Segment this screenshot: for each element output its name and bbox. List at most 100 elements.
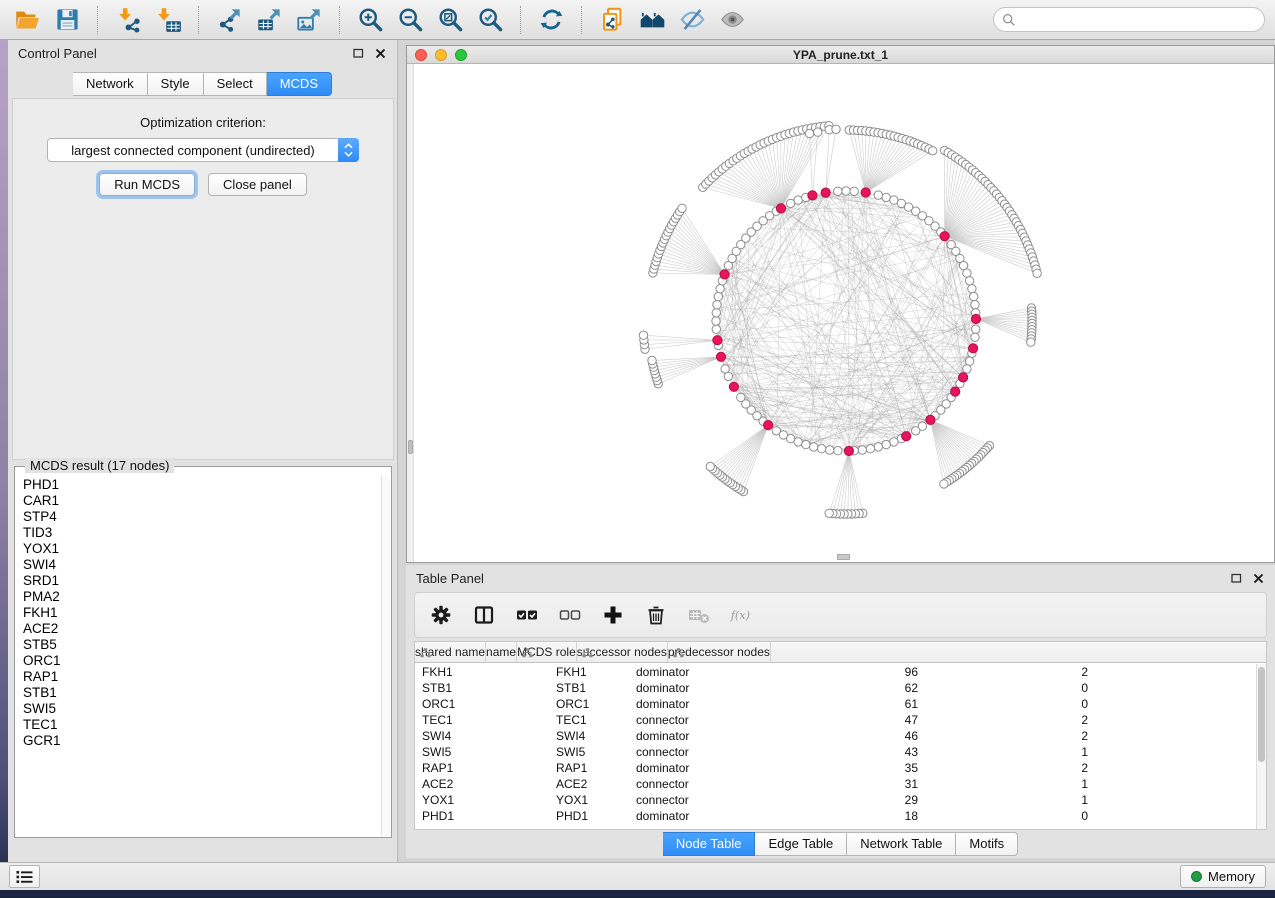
refresh-view-icon[interactable] — [534, 4, 568, 36]
control-panel-tab[interactable]: MCDS — [267, 72, 332, 96]
network-node[interactable] — [810, 443, 818, 451]
table-panel-tab[interactable]: Motifs — [956, 832, 1018, 856]
table-row[interactable]: YOX1 YOX1 connector 29 1 — [415, 792, 1256, 808]
network-node[interactable] — [882, 193, 890, 201]
network-leaf-node[interactable] — [1033, 269, 1041, 277]
close-panel-icon[interactable] — [373, 46, 387, 60]
hide-selected-icon[interactable] — [675, 4, 709, 36]
network-node[interactable] — [970, 292, 978, 300]
table-row[interactable]: SWI4 SWI4 dominator 46 2 — [415, 728, 1256, 744]
table-vertical-scrollbar[interactable] — [1256, 664, 1266, 829]
table-row[interactable]: PHD1 PHD1 dominator 18 0 — [415, 808, 1256, 824]
network-node[interactable] — [890, 438, 898, 446]
mcds-dominator-node[interactable] — [902, 432, 911, 441]
mcds-result-node[interactable]: TID3 — [23, 525, 381, 541]
table-panel-tab[interactable]: Node Table — [663, 832, 756, 856]
network-node[interactable] — [971, 333, 979, 341]
network-node[interactable] — [866, 445, 874, 453]
table-panel-tab[interactable]: Edge Table — [755, 832, 847, 856]
mcds-list-scrollbar[interactable] — [381, 475, 390, 836]
network-node[interactable] — [802, 440, 810, 448]
mcds-result-node[interactable]: TEC1 — [23, 717, 381, 733]
network-node[interactable] — [850, 187, 858, 195]
network-node[interactable] — [716, 285, 724, 293]
network-leaf-node[interactable] — [929, 147, 937, 155]
network-leaf-node[interactable] — [648, 356, 656, 364]
criterion-select[interactable]: largest connected component (undirected) — [47, 138, 359, 162]
mcds-result-node[interactable]: RAP1 — [23, 669, 381, 685]
show-columns-icon[interactable] — [472, 603, 496, 627]
network-node[interactable] — [882, 440, 890, 448]
network-node[interactable] — [842, 187, 850, 195]
export-table-icon[interactable] — [252, 4, 286, 36]
mcds-dominator-node[interactable] — [926, 415, 935, 424]
close-panel-icon[interactable] — [1251, 571, 1265, 585]
network-leaf-node[interactable] — [940, 480, 948, 488]
mcds-dominator-node[interactable] — [764, 421, 773, 430]
mcds-dominator-node[interactable] — [720, 270, 729, 279]
table-row[interactable]: STB1 STB1 dominator 62 0 — [415, 680, 1256, 696]
table-panel-tab[interactable]: Network Table — [847, 832, 956, 856]
mcds-dominator-node[interactable] — [959, 373, 968, 382]
network-node[interactable] — [963, 365, 971, 373]
network-node[interactable] — [874, 443, 882, 451]
mcds-result-node[interactable]: YOX1 — [23, 541, 381, 557]
network-node[interactable] — [714, 292, 722, 300]
network-node[interactable] — [912, 427, 920, 435]
zoom-in-icon[interactable] — [353, 4, 387, 36]
mcds-result-node[interactable]: SRD1 — [23, 573, 381, 589]
mcds-dominator-node[interactable] — [713, 336, 722, 345]
network-node[interactable] — [834, 447, 842, 455]
table-row[interactable]: SWI5 SWI5 connector 43 1 — [415, 744, 1256, 760]
scrollbar-thumb[interactable] — [408, 440, 413, 454]
mcds-result-node[interactable]: FKH1 — [23, 605, 381, 621]
show-all-icon[interactable] — [715, 4, 749, 36]
settings-gear-icon[interactable] — [429, 603, 453, 627]
network-node[interactable] — [965, 357, 973, 365]
control-panel-tab[interactable]: Select — [204, 72, 267, 96]
control-panel-tab[interactable]: Network — [73, 72, 148, 96]
network-node[interactable] — [971, 301, 979, 309]
mcds-result-node[interactable]: PMA2 — [23, 589, 381, 605]
first-neighbors-icon[interactable] — [635, 4, 669, 36]
network-leaf-node[interactable] — [639, 331, 647, 339]
search-box[interactable] — [993, 7, 1265, 32]
network-node[interactable] — [965, 277, 973, 285]
mcds-result-node[interactable]: STB1 — [23, 685, 381, 701]
network-window-titlebar[interactable]: YPA_prune.txt_1 — [407, 46, 1274, 64]
network-leaf-node[interactable] — [832, 125, 840, 133]
network-leaf-node[interactable] — [1027, 338, 1035, 346]
mcds-result-node[interactable]: GCR1 — [23, 733, 381, 749]
network-node[interactable] — [826, 446, 834, 454]
mcds-result-node[interactable]: PHD1 — [23, 477, 381, 493]
search-input[interactable] — [1021, 12, 1256, 27]
network-leaf-node[interactable] — [805, 129, 813, 137]
mcds-dominator-node[interactable] — [729, 382, 738, 391]
float-panel-icon[interactable] — [1229, 571, 1243, 585]
select-all-rows-icon[interactable] — [515, 603, 539, 627]
mcds-dominator-node[interactable] — [971, 314, 980, 323]
mcds-dominator-node[interactable] — [951, 387, 960, 396]
export-image-icon[interactable] — [292, 4, 326, 36]
add-column-icon[interactable] — [601, 603, 625, 627]
network-node[interactable] — [972, 325, 980, 333]
network-node[interactable] — [712, 325, 720, 333]
network-node[interactable] — [713, 301, 721, 309]
control-panel-tab[interactable]: Style — [148, 72, 204, 96]
network-vertical-scrollbar[interactable] — [407, 64, 414, 562]
column-header[interactable]: MCDS role — [517, 642, 577, 662]
table-row[interactable]: ORC1 ORC1 dominator 61 0 — [415, 696, 1256, 712]
table-row[interactable]: TEC1 TEC1 connector 47 2 — [415, 712, 1256, 728]
network-leaf-node[interactable] — [814, 128, 822, 136]
network-canvas[interactable] — [407, 64, 1274, 562]
column-header[interactable]: predecessor nodes — [668, 642, 771, 662]
network-node[interactable] — [737, 393, 745, 401]
mcds-result-node[interactable]: CAR1 — [23, 493, 381, 509]
mcds-dominator-node[interactable] — [940, 232, 949, 241]
network-node[interactable] — [858, 446, 866, 454]
table-row[interactable]: FKH1 FKH1 dominator 96 2 — [415, 664, 1256, 680]
mcds-result-node[interactable]: ACE2 — [23, 621, 381, 637]
mcds-dominator-node[interactable] — [861, 188, 870, 197]
zoom-selected-icon[interactable] — [473, 4, 507, 36]
open-file-icon[interactable] — [10, 4, 44, 36]
